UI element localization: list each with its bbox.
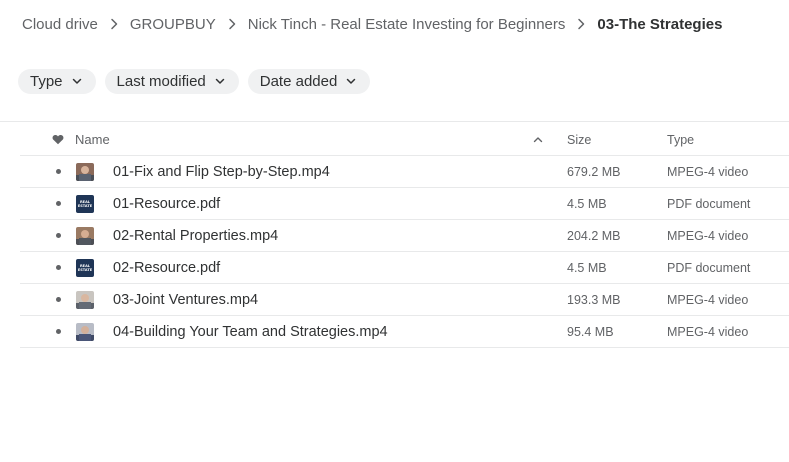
chevron-down-icon xyxy=(72,78,82,85)
table-row[interactable]: REAL ESTATE 01-Resource.pdf 4.5 MB PDF d… xyxy=(20,188,789,220)
dot-icon xyxy=(50,220,66,251)
dot-icon xyxy=(50,188,66,219)
file-table: Name Size Type 01-Fix and Flip Step-by-S… xyxy=(20,124,789,348)
file-size: 193.3 MB xyxy=(567,292,621,307)
file-size: 4.5 MB xyxy=(567,260,607,275)
column-header-name[interactable]: Name xyxy=(75,124,110,155)
file-name[interactable]: 01-Resource.pdf xyxy=(113,188,220,219)
breadcrumb-current-folder: 03-The Strategies xyxy=(597,15,723,33)
filter-date-added-label: Date added xyxy=(259,73,338,90)
file-size: 679.2 MB xyxy=(567,164,621,179)
filter-date-added-button[interactable]: Date added xyxy=(247,69,371,94)
heart-icon[interactable] xyxy=(50,124,66,155)
file-type: PDF document xyxy=(667,260,751,275)
dot-icon xyxy=(50,156,66,187)
chevron-down-icon xyxy=(215,78,225,85)
filter-last-modified-button[interactable]: Last modified xyxy=(104,69,239,94)
file-browser: Cloud drive GROUPBUY Nick Tinch - Real E… xyxy=(0,0,789,462)
filter-bar: Type Last modified Date added xyxy=(18,69,371,94)
dot-icon xyxy=(50,316,66,347)
filter-last-modified-label: Last modified xyxy=(116,73,206,90)
table-row[interactable]: 02-Rental Properties.mp4 204.2 MB MPEG-4… xyxy=(20,220,789,252)
breadcrumb-cloud-drive[interactable]: Cloud drive xyxy=(22,16,98,33)
file-name[interactable]: 04-Building Your Team and Strategies.mp4 xyxy=(113,316,388,347)
breadcrumb: Cloud drive GROUPBUY Nick Tinch - Real E… xyxy=(22,13,722,35)
file-name[interactable]: 03-Joint Ventures.mp4 xyxy=(113,284,258,315)
pdf-thumbnail: REAL ESTATE xyxy=(76,252,94,283)
breadcrumb-groupbuy[interactable]: GROUPBUY xyxy=(130,16,216,33)
pdf-thumb-text: ESTATE xyxy=(77,203,93,208)
chevron-right-icon xyxy=(98,18,130,30)
table-header: Name Size Type xyxy=(20,124,789,156)
table-row[interactable]: REAL ESTATE 02-Resource.pdf 4.5 MB PDF d… xyxy=(20,252,789,284)
file-size: 95.4 MB xyxy=(567,324,614,339)
file-type: MPEG-4 video xyxy=(667,164,749,179)
file-name[interactable]: 01-Fix and Flip Step-by-Step.mp4 xyxy=(113,156,330,187)
file-type: MPEG-4 video xyxy=(667,292,749,307)
chevron-up-icon[interactable] xyxy=(531,124,545,155)
file-name[interactable]: 02-Resource.pdf xyxy=(113,252,220,283)
file-type: PDF document xyxy=(667,196,751,211)
file-size: 204.2 MB xyxy=(567,228,621,243)
video-thumbnail xyxy=(76,284,94,315)
filter-type-label: Type xyxy=(30,73,63,90)
file-size: 4.5 MB xyxy=(567,196,607,211)
divider xyxy=(0,121,789,122)
dot-icon xyxy=(50,252,66,283)
table-row[interactable]: 01-Fix and Flip Step-by-Step.mp4 679.2 M… xyxy=(20,156,789,188)
chevron-right-icon xyxy=(565,18,597,30)
chevron-right-icon xyxy=(216,18,248,30)
breadcrumb-course-folder[interactable]: Nick Tinch - Real Estate Investing for B… xyxy=(248,16,566,33)
column-header-size[interactable]: Size xyxy=(567,124,591,155)
table-row[interactable]: 04-Building Your Team and Strategies.mp4… xyxy=(20,316,789,348)
filter-type-button[interactable]: Type xyxy=(18,69,96,94)
video-thumbnail xyxy=(76,316,94,347)
video-thumbnail xyxy=(76,220,94,251)
table-row[interactable]: 03-Joint Ventures.mp4 193.3 MB MPEG-4 vi… xyxy=(20,284,789,316)
pdf-thumb-text: ESTATE xyxy=(77,267,93,272)
file-type: MPEG-4 video xyxy=(667,324,749,339)
file-type: MPEG-4 video xyxy=(667,228,749,243)
file-name[interactable]: 02-Rental Properties.mp4 xyxy=(113,220,278,251)
pdf-thumbnail: REAL ESTATE xyxy=(76,188,94,219)
chevron-down-icon xyxy=(346,78,356,85)
video-thumbnail xyxy=(76,156,94,187)
column-header-type[interactable]: Type xyxy=(667,124,694,155)
dot-icon xyxy=(50,284,66,315)
